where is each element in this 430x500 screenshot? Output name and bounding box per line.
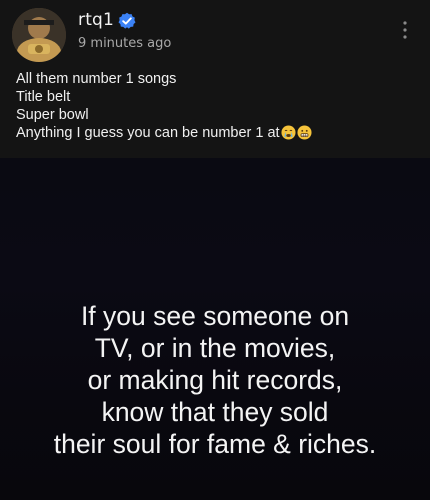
caption-line-text: Anything I guess you can be number 1 at bbox=[16, 125, 280, 141]
caption-line: All them number 1 songs bbox=[16, 71, 177, 87]
grimacing-face-emoji-icon bbox=[297, 125, 312, 140]
meme-text-line: or making hit records, bbox=[87, 365, 343, 395]
post-timestamp: 9 minutes ago bbox=[78, 36, 172, 51]
caption-line: Super bowl bbox=[16, 107, 89, 123]
post-caption: All them number 1 songs Title belt Super… bbox=[16, 70, 416, 142]
meme-text-line: TV, or in the movies, bbox=[94, 333, 336, 363]
meme-text-line: their soul for fame & riches. bbox=[53, 429, 377, 459]
username[interactable]: rtq1 bbox=[78, 10, 114, 30]
crying-face-emoji-icon bbox=[281, 125, 296, 140]
meme-text-line: If you see someone on bbox=[80, 301, 350, 331]
avatar-image bbox=[12, 8, 66, 62]
meme-image[interactable]: If you see someone on TV, or in the movi… bbox=[0, 158, 430, 500]
avatar[interactable] bbox=[12, 8, 66, 62]
caption-line: Title belt bbox=[16, 89, 71, 105]
caption-line-with-emoji: Anything I guess you can be number 1 at bbox=[16, 124, 416, 142]
verified-badge-icon bbox=[118, 12, 136, 29]
meme-text: If you see someone on TV, or in the movi… bbox=[0, 300, 430, 460]
more-options-icon[interactable] bbox=[402, 20, 408, 40]
post-header: rtq1 9 minutes ago All them number 1 son… bbox=[0, 0, 430, 158]
social-post: rtq1 9 minutes ago All them number 1 son… bbox=[0, 0, 430, 500]
meme-text-line: know that they sold bbox=[101, 397, 329, 427]
